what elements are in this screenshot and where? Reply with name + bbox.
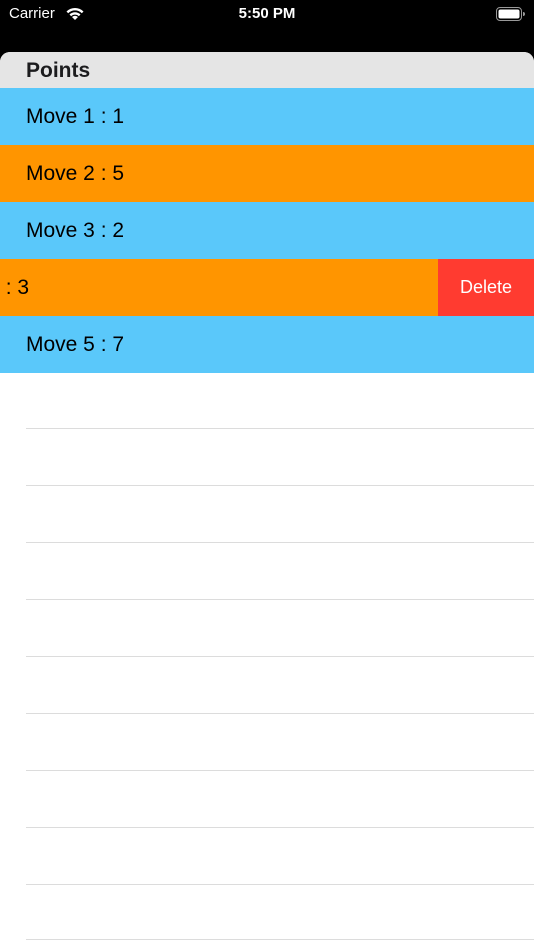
clock: 5:50 PM	[238, 5, 296, 22]
swiped-row-content[interactable]: Move 4 : 3	[0, 259, 438, 316]
empty-row-separator	[26, 827, 534, 828]
empty-row-separator	[26, 656, 534, 657]
table-row[interactable]: Move 2 : 5	[0, 145, 534, 202]
section-title: Points	[26, 59, 91, 82]
table-row-swiped[interactable]: Move 4 : 3 Delete	[0, 259, 534, 316]
row-label: Move 5 : 7	[26, 333, 125, 356]
battery-icon	[496, 7, 525, 21]
section-header: Points	[0, 52, 534, 88]
empty-row-separator	[26, 713, 534, 714]
points-sheet: Points Move 1 : 1 Move 2 : 5 Move 3 : 2 …	[0, 52, 534, 950]
row-label: Move 2 : 5	[26, 162, 125, 185]
table-row[interactable]: Move 3 : 2	[0, 202, 534, 259]
empty-row-separator	[26, 770, 534, 771]
row-label: Move 4 : 3	[0, 276, 30, 299]
empty-row-separator	[26, 884, 534, 885]
empty-row-separator	[26, 428, 534, 429]
row-label: Move 3 : 2	[26, 219, 125, 242]
status-bar: Carrier 5:50 PM	[0, 0, 534, 30]
table-row[interactable]: Move 5 : 7	[0, 316, 534, 373]
delete-button[interactable]: Delete	[438, 259, 534, 316]
empty-row-separator	[26, 542, 534, 543]
empty-row-separator	[26, 599, 534, 600]
empty-row-separator	[26, 939, 534, 940]
row-label: Move 1 : 1	[26, 105, 125, 128]
empty-row-separator	[26, 485, 534, 486]
table-row[interactable]: Move 1 : 1	[0, 88, 534, 145]
